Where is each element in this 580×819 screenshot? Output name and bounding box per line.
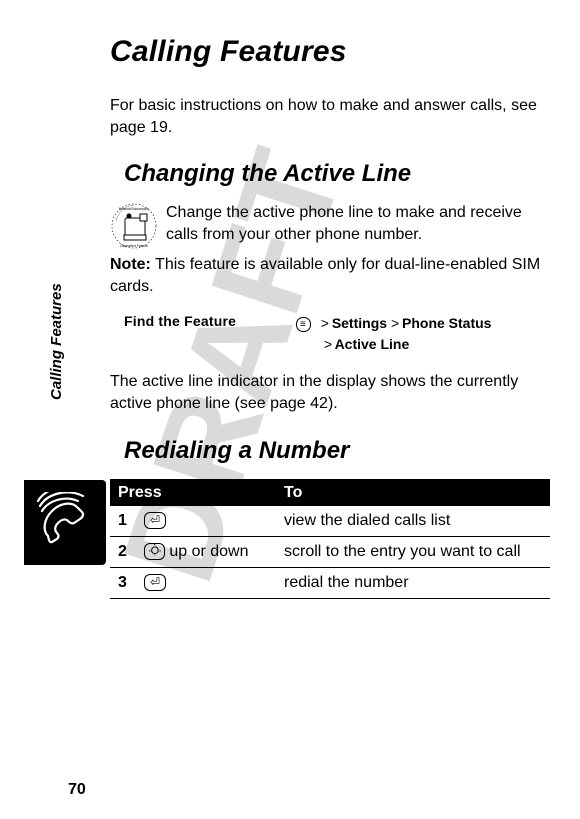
table-row: 2 ·Ọ̀· up or down scroll to the entry yo… — [110, 536, 550, 567]
table-head-to: To — [276, 479, 550, 506]
find-feature-label: Find the Feature — [124, 313, 284, 329]
table-row: 3 ⏎ redial the number — [110, 567, 550, 598]
svg-text:Dependent Feature: Dependent Feature — [120, 244, 148, 248]
intro-paragraph: For basic instructions on how to make an… — [110, 95, 550, 138]
press-cell: ·Ọ̀· up or down — [136, 536, 276, 567]
menu-key-icon: ≡ — [296, 317, 311, 332]
path-settings: Settings — [332, 315, 387, 331]
find-feature-path-line1: ≡ > Settings > Phone Status — [296, 313, 491, 334]
send-key-icon: ⏎ — [144, 574, 166, 591]
step-number: 1 — [110, 506, 136, 537]
path-gt: > — [324, 336, 331, 352]
to-cell: view the dialed calls list — [276, 506, 550, 537]
table-head-press: Press — [110, 479, 276, 506]
page-title: Calling Features — [110, 35, 550, 69]
note-label: Note: — [110, 256, 151, 273]
note-text: This feature is available only for dual-… — [110, 256, 540, 295]
section1-after-text: The active line indicator in the display… — [110, 371, 550, 414]
network-subscription-dependent-feature-icon: Network/Subscription Dependent Feature — [110, 202, 158, 250]
step-number: 3 — [110, 567, 136, 598]
press-cell: ⏎ — [136, 567, 276, 598]
table-row: 1 ⏎ view the dialed calls list — [110, 506, 550, 537]
path-active-line: Active Line — [335, 336, 410, 352]
step-number: 2 — [110, 536, 136, 567]
press-extra: up or down — [165, 543, 249, 560]
navigation-key-icon: ·Ọ̀· — [144, 543, 165, 560]
press-cell: ⏎ — [136, 506, 276, 537]
path-phone-status: Phone Status — [402, 315, 491, 331]
section-heading-redialing: Redialing a Number — [110, 437, 550, 465]
section1-note: Note: This feature is available only for… — [110, 254, 550, 297]
section1-p1: Change the active phone line to make and… — [166, 202, 550, 245]
to-cell: redial the number — [276, 567, 550, 598]
redial-table: Press To 1 ⏎ view the dialed calls list … — [110, 479, 550, 599]
path-gt: > — [321, 315, 328, 331]
send-key-icon: ⏎ — [144, 512, 166, 529]
section-heading-changing-active-line: Changing the Active Line — [110, 160, 550, 188]
svg-text:Network/Subscription: Network/Subscription — [119, 207, 149, 211]
to-cell: scroll to the entry you want to call — [276, 536, 550, 567]
find-the-feature-block: Find the Feature ≡ > Settings > Phone St… — [124, 313, 550, 355]
find-feature-path-line2: > Active Line — [296, 334, 491, 355]
path-gt: > — [391, 315, 398, 331]
